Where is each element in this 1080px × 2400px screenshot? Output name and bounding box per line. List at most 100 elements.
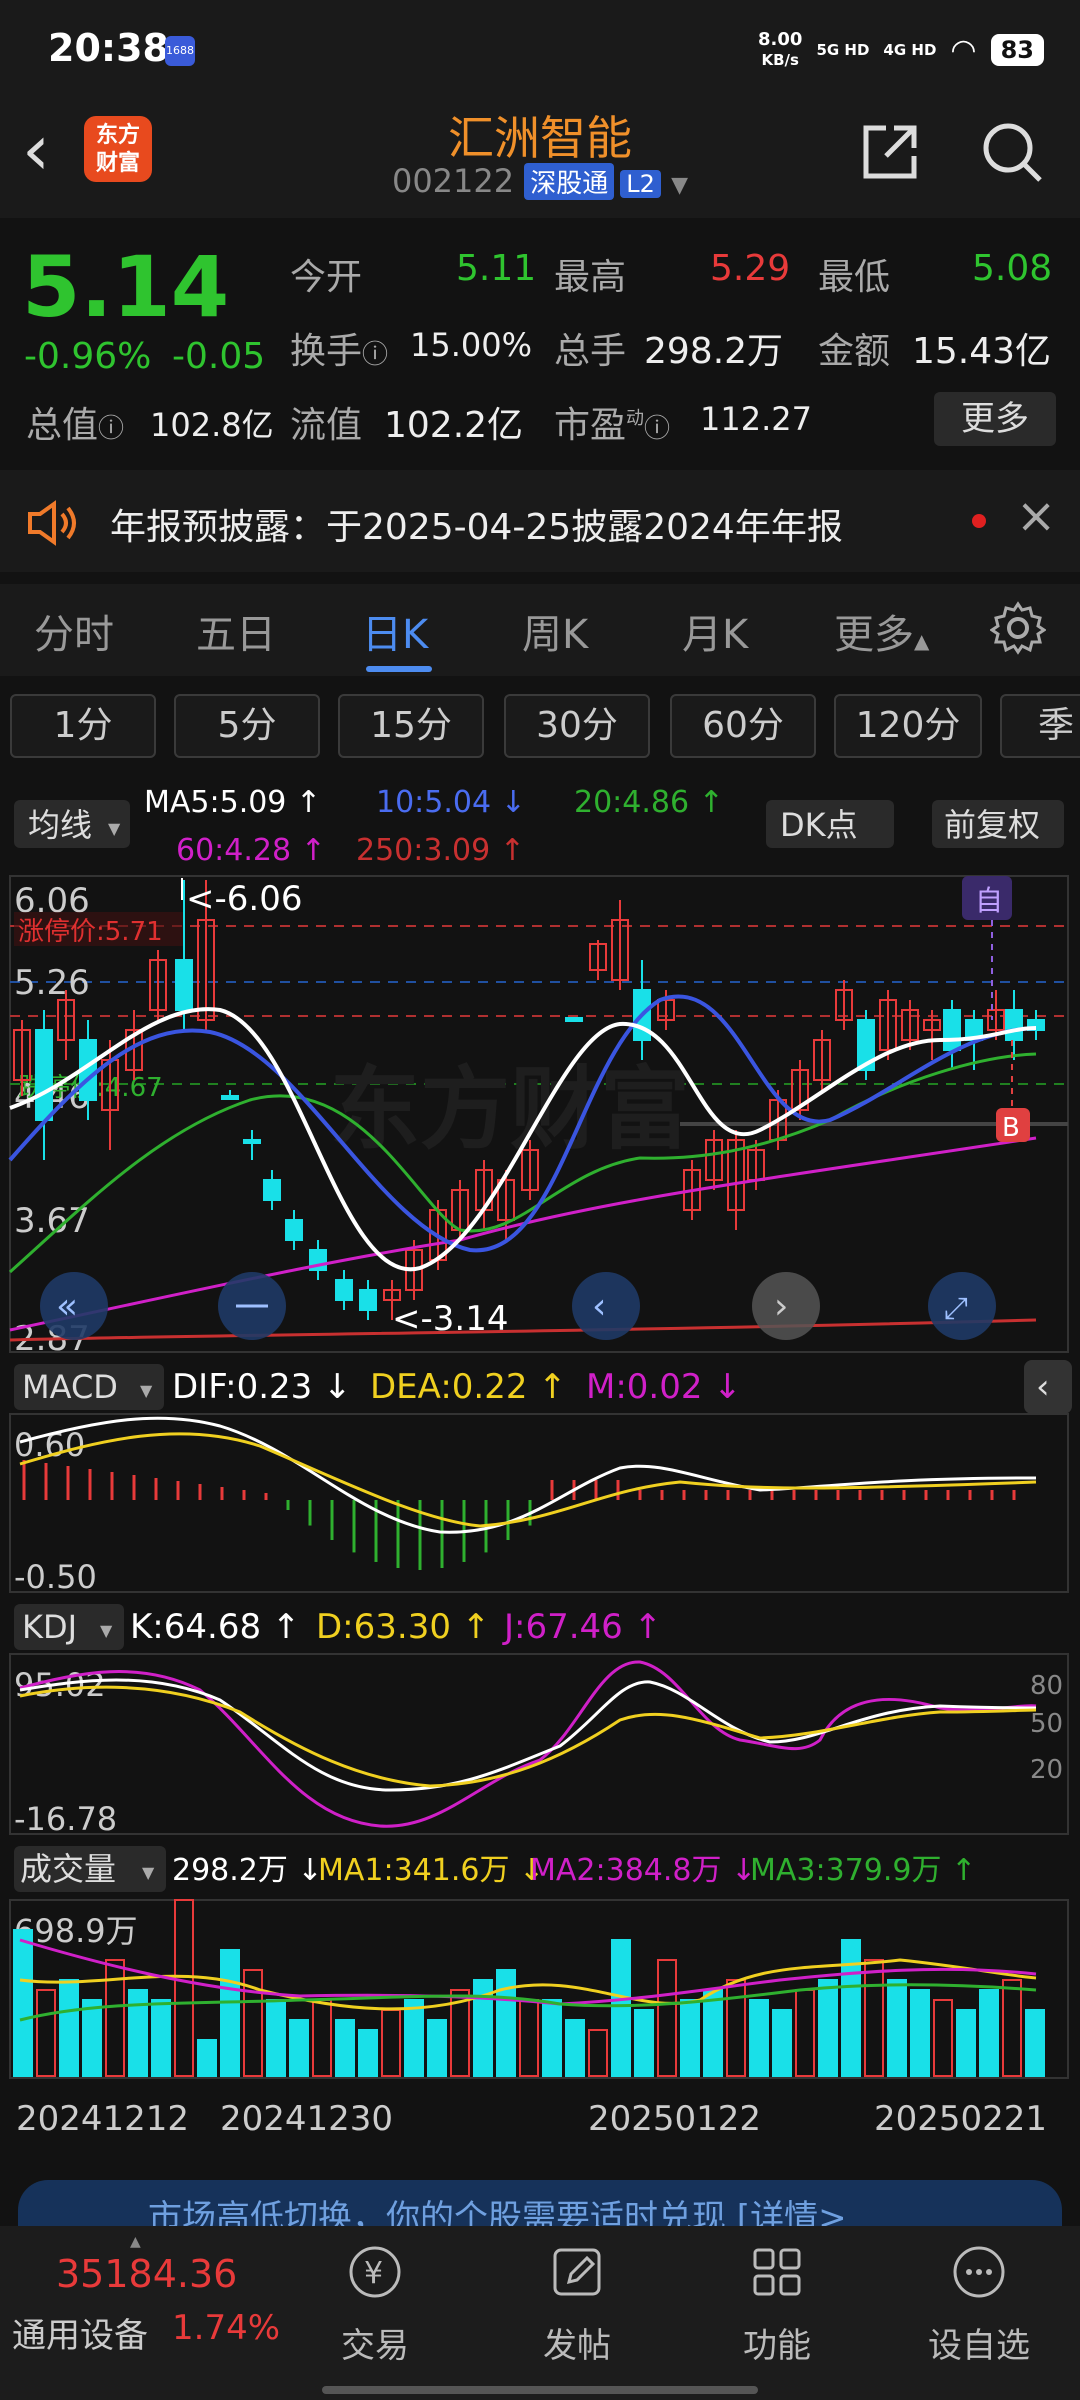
- period-30m[interactable]: 30分: [504, 694, 650, 758]
- ma5-value: MA5:5.09 ↑: [144, 785, 321, 820]
- macd-histogram: [22, 1460, 1016, 1570]
- open-label: 今开: [290, 257, 363, 298]
- svg-text:成交量: 成交量: [20, 1850, 116, 1888]
- volume-bar: [910, 1989, 930, 2077]
- svg-text:KDJ: KDJ: [22, 1608, 77, 1646]
- volume-bar: [289, 2019, 309, 2077]
- pct-change: -0.96%: [24, 336, 152, 377]
- period-15m[interactable]: 15分: [338, 694, 484, 758]
- volume-bar: [13, 1929, 33, 2077]
- status-indicators: 8.00 KB/s 5G HD 4G HD ◠ 83: [758, 30, 1044, 70]
- candle-body: [243, 1139, 261, 1144]
- period-season[interactable]: 季: [1000, 694, 1080, 758]
- macd-dif: DIF:0.23 ↓: [172, 1367, 352, 1407]
- trade-yen-icon: ¥: [349, 2246, 401, 2298]
- info-icon[interactable]: ⓘ: [98, 414, 124, 444]
- active-tab-indicator: [366, 666, 432, 672]
- date-label-3: 20250122: [588, 2099, 761, 2139]
- pe-label: 市盈动ⓘ: [554, 405, 671, 446]
- high-label: 最高: [554, 257, 627, 298]
- share-icon[interactable]: [858, 120, 922, 184]
- candle-body: [285, 1219, 303, 1241]
- amount-value: 15.43亿: [912, 331, 1052, 372]
- volume-bar: [634, 2009, 654, 2077]
- nav-function[interactable]: 功能: [712, 2242, 842, 2367]
- period-60m[interactable]: 60分: [670, 694, 816, 758]
- info-icon[interactable]: ⓘ: [644, 414, 670, 444]
- stock-header: ‹ 东方财富 汇洲智能 002122 深股通 L2 ▼: [0, 100, 1080, 218]
- kdj-frame: [9, 1653, 1069, 1835]
- battery-icon: 83: [990, 34, 1044, 66]
- tab-yuek[interactable]: 月K: [682, 602, 748, 660]
- settings-gear-icon[interactable]: [990, 600, 1046, 656]
- mcap-value: 102.8亿: [150, 406, 274, 444]
- volume-bar: [312, 1999, 332, 2077]
- bottom-nav: ▲ 35184.36 通用设备 1.74% ¥ 交易 发帖 功能 设自选: [0, 2226, 1080, 2400]
- svg-text:B: B: [1002, 1113, 1020, 1143]
- quote-panel: 5.14 -0.96% -0.05 今开 5.11 最高 5.29 最低 5.0…: [0, 218, 1080, 458]
- volume-bar: [1025, 2009, 1045, 2077]
- volume-bar: [565, 2019, 585, 2077]
- dropdown-icon[interactable]: ▼: [671, 173, 688, 198]
- edit-post-icon: [553, 2248, 601, 2296]
- tab-more[interactable]: 更多▲: [834, 602, 929, 660]
- nav-add-watchlist[interactable]: 设自选: [914, 2242, 1044, 2367]
- sector-name[interactable]: 通用设备: [12, 2308, 148, 2357]
- volume-bar: [887, 1979, 907, 2077]
- volume-bar: [151, 1999, 171, 2077]
- sector-index-value[interactable]: 35184.36: [56, 2252, 237, 2296]
- period-5m[interactable]: 5分: [174, 694, 320, 758]
- grid-apps-icon: [753, 2248, 801, 2296]
- volume-bar: [772, 2009, 792, 2077]
- kline-chart-area[interactable]: 均线 ▼ MA5:5.09 ↑ 10:5.04 ↓ 20:4.86 ↑ 60:4…: [0, 780, 1080, 2160]
- tab-fenshi[interactable]: 分时: [34, 602, 114, 660]
- volume-bar: [979, 1989, 999, 2077]
- volume-bar: [680, 1999, 700, 2077]
- mcap-label: 总值ⓘ: [26, 405, 125, 446]
- macd-dea-line: [19, 1432, 1037, 1528]
- kdj-d-line: [19, 1685, 1037, 1788]
- volume-bar: [404, 1999, 424, 2077]
- volume-bar: [174, 1899, 194, 2077]
- period-120m[interactable]: 120分: [834, 694, 982, 758]
- volume-bar: [657, 1959, 677, 2077]
- period-1m[interactable]: 1分: [10, 694, 156, 758]
- svg-text:0.60: 0.60: [14, 1426, 85, 1464]
- candle-body: [263, 1179, 281, 1201]
- net-speed: 8.00 KB/s: [758, 29, 803, 70]
- vol-ma1: MA1:341.6万 ↓: [318, 1853, 544, 1888]
- tab-wuri[interactable]: 五日: [196, 602, 276, 660]
- kdj-k-line: [19, 1678, 1037, 1792]
- expand-icon: ⤢: [944, 1291, 968, 1326]
- volume-bar: [703, 1989, 723, 2077]
- nav-post[interactable]: 发帖: [512, 2242, 642, 2367]
- chart-tabs: 分时 五日 日K 周K 月K 更多▲: [0, 584, 1080, 676]
- svg-text:¥: ¥: [364, 2256, 383, 2291]
- chevron-left-icon: ‹: [1036, 1367, 1050, 1407]
- limit-up-label: 涨停价:5.71: [18, 917, 163, 947]
- date-label-2: 20241230: [220, 2099, 393, 2139]
- svg-text:DK点: DK点: [780, 806, 858, 844]
- tab-zhouk[interactable]: 周K: [522, 602, 588, 660]
- volume-bar: [1002, 1979, 1022, 2077]
- volume-bar: [542, 1999, 562, 2077]
- status-time: 20:38: [48, 26, 169, 70]
- more-button[interactable]: 更多: [934, 392, 1056, 446]
- candle-body: [35, 1029, 53, 1121]
- nav-trade[interactable]: ¥ 交易: [310, 2242, 440, 2367]
- svg-text:▼: ▼: [142, 1863, 155, 1882]
- macd-frame: [9, 1413, 1069, 1593]
- svg-text:▼: ▼: [140, 1381, 153, 1400]
- notice-bar[interactable]: 年报预披露：于2025-04-25披露2024年年报 ×: [0, 470, 1080, 572]
- volume-bar: [427, 2019, 447, 2077]
- vol-ma2: MA2:384.8万 ↓: [530, 1853, 756, 1888]
- close-icon[interactable]: ×: [1016, 488, 1056, 544]
- info-icon[interactable]: ⓘ: [362, 340, 388, 370]
- tab-rik[interactable]: 日K: [362, 602, 428, 660]
- svg-text:前复权: 前复权: [944, 806, 1040, 844]
- home-indicator[interactable]: [322, 2386, 758, 2394]
- float-value: 102.2亿: [384, 405, 524, 446]
- search-icon[interactable]: [980, 120, 1044, 184]
- candle-body: [1005, 1009, 1023, 1041]
- expand-up-icon[interactable]: ▲: [130, 2234, 141, 2250]
